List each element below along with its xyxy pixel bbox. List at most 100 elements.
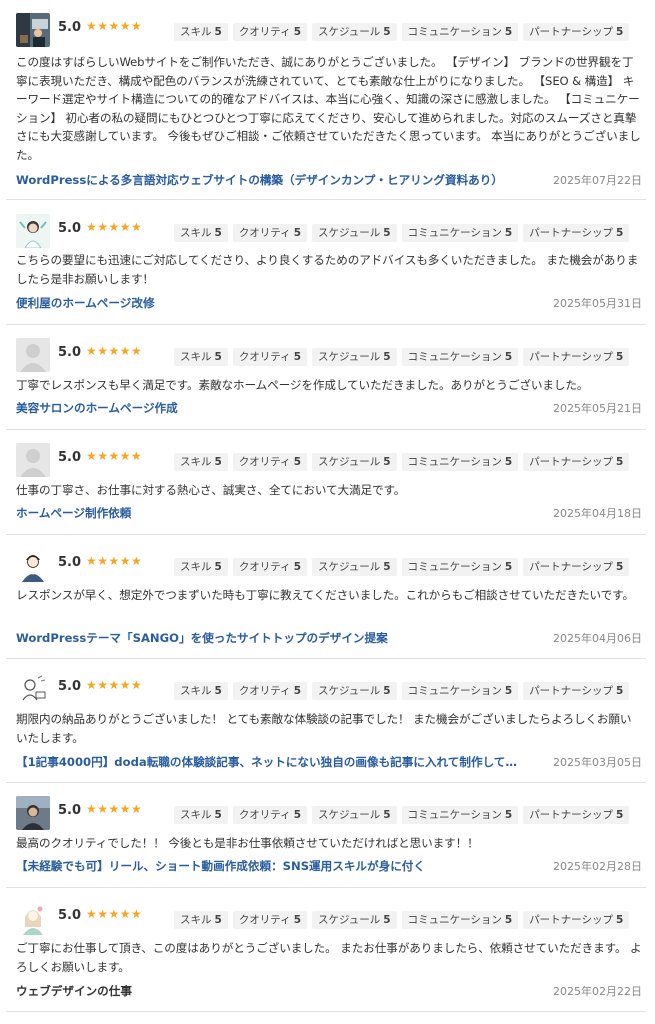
- tag-label: クオリティ: [238, 809, 291, 821]
- tag-label: パートナーシップ: [529, 685, 613, 697]
- review-item: 5.0 ★★★★★ スキル 5 クオリティ 5 スケジュール 5 コミュニケーション 5 パート…: [6, 430, 646, 535]
- review-text: 最高のクオリティでした！！ 今後とも是非お仕事依頼させていただければと思います！…: [16, 836, 479, 850]
- tag-label: スキル: [180, 26, 212, 38]
- review-footer: 【1記事4000円】doda転職の体験談記事、ネットにない独自の画像も記事に入れ…: [16, 754, 642, 772]
- tag-quality: クオリティ 5: [232, 682, 307, 700]
- tag-value: 5: [293, 26, 301, 38]
- rating-stars: ★★★★★: [86, 449, 143, 463]
- tag-schedule: スケジュール 5: [312, 558, 397, 576]
- tag-value: 5: [615, 26, 624, 38]
- tag-label: パートナーシップ: [529, 456, 613, 468]
- tag-label: クオリティ: [238, 227, 291, 239]
- review-text: 仕事の丁寧さ、お仕事に対する熱心さ、誠実さ、全てにおいて大満足です。: [16, 483, 406, 497]
- review-date: 2025年03月05日: [553, 756, 642, 769]
- job-title-link[interactable]: WordPressによる多言語対応ウェブサイトの構築（デザインカンプ・ヒアリング…: [16, 172, 503, 188]
- job-title-link[interactable]: WordPressテーマ「SANGO」を使ったサイトトップのデザイン提案: [16, 630, 388, 646]
- rating-tags: スキル 5 クオリティ 5 スケジュール 5 コミュニケーション 5 パートナーシップ 5: [174, 908, 634, 929]
- tag-label: クオリティ: [238, 456, 291, 468]
- tag-quality: クオリティ 5: [232, 348, 307, 366]
- tag-value: 5: [615, 456, 624, 468]
- tag-value: 5: [504, 227, 513, 239]
- tag-skill: スキル 5: [174, 224, 228, 242]
- tag-value: 5: [504, 351, 513, 363]
- tag-quality: クオリティ 5: [232, 224, 307, 242]
- man-illustration-avatar-icon[interactable]: [16, 548, 50, 582]
- tag-value: 5: [214, 809, 222, 821]
- rating-stars: ★★★★★: [86, 907, 143, 921]
- tag-value: 5: [383, 26, 391, 38]
- tag-communication: コミュニケーション 5: [401, 23, 519, 41]
- rating-tags: スキル 5 クオリティ 5 スケジュール 5 コミュニケーション 5 パートナーシップ 5: [174, 803, 634, 824]
- job-title-link[interactable]: ウェブデザインの仕事: [16, 983, 132, 999]
- review-date: 2025年05月21日: [553, 402, 642, 415]
- tag-label: スケジュール: [318, 914, 381, 926]
- rating-score: 5.0: [58, 345, 82, 360]
- tag-label: パートナーシップ: [529, 561, 613, 573]
- job-title-link[interactable]: 美容サロンのホームページ作成: [16, 400, 178, 416]
- tag-schedule: スケジュール 5: [312, 348, 397, 366]
- tag-quality: クオリティ 5: [232, 806, 307, 824]
- tag-value: 5: [383, 809, 391, 821]
- tag-quality: クオリティ 5: [232, 23, 307, 41]
- tag-value: 5: [214, 456, 222, 468]
- tag-value: 5: [383, 561, 391, 573]
- tag-value: 5: [615, 561, 624, 573]
- tag-label: コミュニケーション: [407, 227, 502, 239]
- tag-skill: スキル 5: [174, 558, 228, 576]
- tag-label: スケジュール: [318, 456, 381, 468]
- rating-stars: ★★★★★: [86, 554, 143, 568]
- tag-label: クオリティ: [238, 685, 291, 697]
- tag-value: 5: [214, 26, 222, 38]
- tag-value: 5: [293, 561, 301, 573]
- tag-value: 5: [383, 685, 391, 697]
- default-user-avatar-icon[interactable]: [16, 338, 50, 372]
- woman-illustration-avatar-icon[interactable]: [16, 214, 50, 248]
- sketch-person-avatar-icon[interactable]: [16, 672, 50, 706]
- job-title-link[interactable]: ホームページ制作依頼: [16, 505, 131, 521]
- tag-value: 5: [615, 685, 624, 697]
- tag-value: 5: [293, 809, 301, 821]
- review-date: 2025年02月28日: [553, 860, 642, 873]
- job-title-link[interactable]: 【1記事4000円】doda転職の体験談記事、ネットにない独自の画像も記事に入れ…: [16, 754, 517, 770]
- review-item: 5.0 ★★★★★ スキル 5 クオリティ 5 スケジュール 5 コミュニケーション 5 パート…: [6, 888, 646, 1012]
- review-date: 2025年07月22日: [553, 174, 642, 187]
- tag-value: 5: [293, 456, 301, 468]
- tag-label: コミュニケーション: [407, 809, 502, 821]
- review-footer: WordPressによる多言語対応ウェブサイトの構築（デザインカンプ・ヒアリング…: [16, 172, 642, 190]
- tag-label: コミュニケーション: [407, 914, 502, 926]
- tag-skill: スキル 5: [174, 806, 228, 824]
- tag-label: コミュニケーション: [407, 351, 502, 363]
- tag-label: クオリティ: [238, 914, 291, 926]
- tag-value: 5: [615, 914, 624, 926]
- rating-score: 5.0: [58, 803, 82, 818]
- rating-score: 5.0: [58, 555, 82, 570]
- default-user-avatar-icon[interactable]: [16, 443, 50, 477]
- rating-tags: スキル 5 クオリティ 5 スケジュール 5 コミュニケーション 5 パートナーシップ 5: [174, 345, 634, 366]
- tag-label: スキル: [180, 351, 212, 363]
- job-title-link[interactable]: 【未経験でも可】リール、ショート動画作成依頼：SNS運用スキルが身に付く: [16, 858, 425, 874]
- photo-portrait-avatar-icon[interactable]: [16, 796, 50, 830]
- tag-partnership: パートナーシップ 5: [523, 911, 630, 929]
- tag-skill: スキル 5: [174, 453, 228, 471]
- review-item: 5.0 ★★★★★ スキル 5 クオリティ 5 スケジュール 5 コミュニケーション 5 パート…: [6, 325, 646, 430]
- tag-value: 5: [383, 914, 391, 926]
- review-text: この度はすばらしいWebサイトをご制作いただき、誠にありがとうございました。 【…: [16, 55, 641, 162]
- tag-partnership: パートナーシップ 5: [523, 23, 630, 41]
- tag-label: コミュニケーション: [407, 561, 502, 573]
- tag-skill: スキル 5: [174, 348, 228, 366]
- tag-skill: スキル 5: [174, 682, 228, 700]
- tag-value: 5: [214, 227, 222, 239]
- tag-value: 5: [383, 351, 391, 363]
- tag-label: スケジュール: [318, 561, 381, 573]
- job-title-link[interactable]: 便利屋のホームページ改修: [16, 295, 155, 311]
- girl-illustration-avatar-icon[interactable]: [16, 901, 50, 935]
- review-date: 2025年04月06日: [553, 632, 642, 645]
- office-photo-avatar-icon[interactable]: [16, 13, 50, 47]
- review-date: 2025年04月18日: [553, 507, 642, 520]
- tag-communication: コミュニケーション 5: [401, 348, 519, 366]
- review-footer: 便利屋のホームページ改修 2025年05月31日: [16, 295, 642, 313]
- rating-tags: スキル 5 クオリティ 5 スケジュール 5 コミュニケーション 5 パートナーシップ 5: [174, 555, 634, 576]
- tag-skill: スキル 5: [174, 911, 228, 929]
- review-item: 5.0 ★★★★★ スキル 5 クオリティ 5 スケジュール 5 コミュニケーション 5 パート…: [6, 200, 646, 325]
- tag-communication: コミュニケーション 5: [401, 682, 519, 700]
